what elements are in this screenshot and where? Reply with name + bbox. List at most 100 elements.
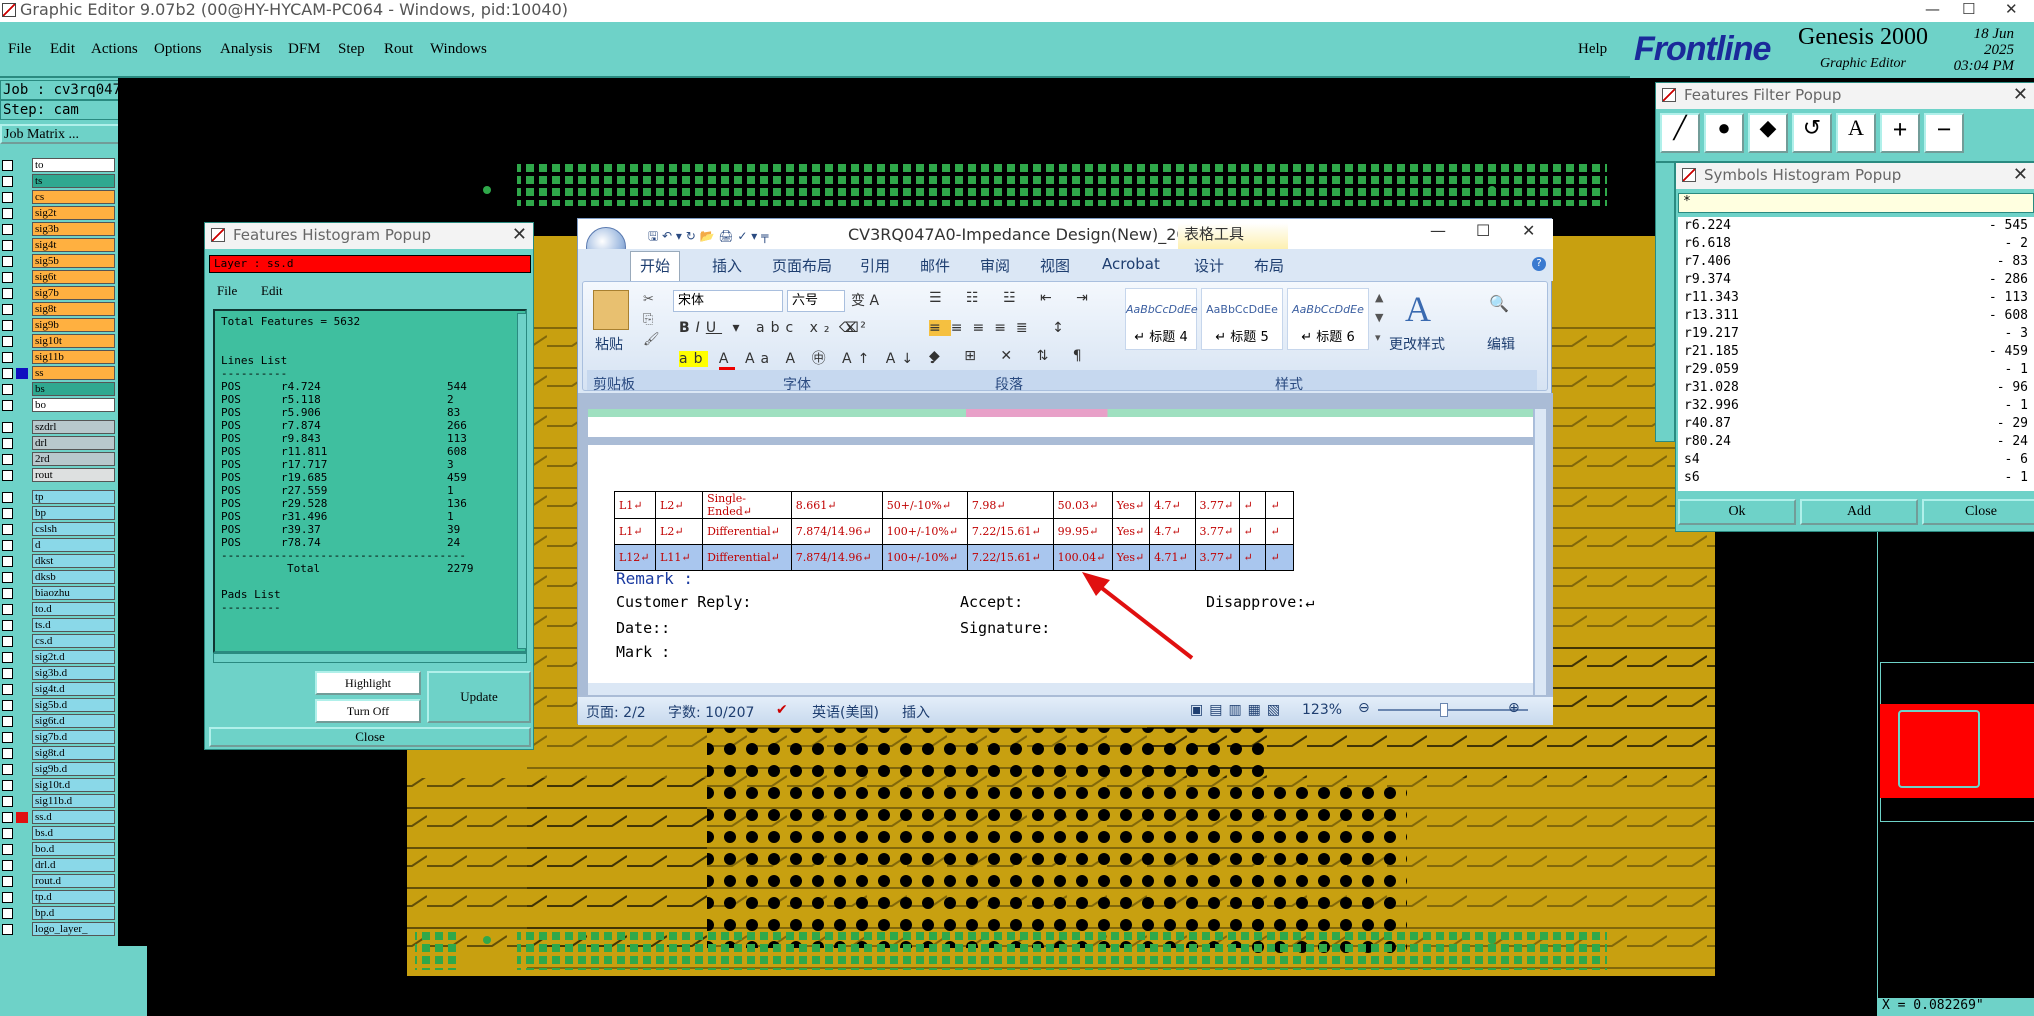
table-cell[interactable]: 7.22/15.61↵: [966, 544, 1054, 571]
layer-name[interactable]: ts.d: [32, 618, 115, 632]
menu-edit[interactable]: Edit: [50, 41, 75, 58]
style-heading6[interactable]: AaBbCcDdEe ↵ 标题 6: [1287, 288, 1369, 350]
close-button[interactable]: Close: [209, 727, 531, 747]
layer-row[interactable]: bs: [0, 382, 117, 396]
close-icon[interactable]: ✕: [512, 223, 527, 247]
layer-name[interactable]: sig8t.d: [32, 746, 115, 760]
layer-checkbox[interactable]: [2, 844, 13, 855]
layer-row[interactable]: sig9b.d: [0, 762, 117, 776]
table-cell[interactable]: ↵: [1238, 518, 1267, 545]
layer-checkbox[interactable]: [2, 368, 13, 379]
text-filter-icon[interactable]: A: [1836, 113, 1876, 153]
table-cell[interactable]: 100+/-10%↵: [881, 518, 968, 545]
symbol-filter-input[interactable]: *: [1678, 193, 2034, 213]
symbol-row[interactable]: r11.343 - 113: [1684, 289, 2028, 307]
layer-checkbox[interactable]: [2, 224, 13, 235]
layer-name[interactable]: 2rd: [32, 452, 115, 466]
layer-row[interactable]: sig10t.d: [0, 778, 117, 792]
table-cell[interactable]: 7.98↵: [966, 491, 1054, 519]
tab-review[interactable]: 审阅: [980, 255, 1010, 276]
menu-analysis[interactable]: Analysis: [220, 41, 273, 58]
table-cell[interactable]: 4.71↵: [1149, 544, 1196, 571]
layer-row[interactable]: sig3b: [0, 222, 117, 236]
layer-checkbox[interactable]: [2, 892, 13, 903]
font-tools-icons[interactable]: 变 A: [851, 290, 879, 310]
menu-options[interactable]: Options: [154, 41, 202, 58]
layer-checkbox[interactable]: [2, 828, 13, 839]
line-row[interactable]: POS r5.906 83: [221, 406, 519, 419]
zoom-slider[interactable]: [1378, 709, 1528, 711]
layer-name[interactable]: sig6t.d: [32, 714, 115, 728]
table-cell[interactable]: ↵: [1265, 544, 1294, 571]
symbol-row[interactable]: r13.311 - 608: [1684, 307, 2028, 325]
layer-name[interactable]: sig10t: [32, 334, 115, 348]
maximize-icon[interactable]: ☐: [1476, 221, 1490, 240]
layer-checkbox[interactable]: [2, 684, 13, 695]
tab-home[interactable]: 开始: [630, 251, 680, 281]
layer-checkbox[interactable]: [2, 716, 13, 727]
document-page[interactable]: L1↵ L2↵ Single-Ended↵ 8.661↵ 50+/-10%↵ 7.98↵ 5…: [588, 409, 1533, 695]
pad-filter-icon[interactable]: ●: [1704, 113, 1744, 153]
layer-checkbox[interactable]: [2, 556, 13, 567]
align-icons[interactable]: ≡≡≡≡≣ ↕: [929, 320, 1074, 336]
symbol-row[interactable]: r40.87 - 29: [1684, 415, 2028, 433]
symbol-row[interactable]: s4 - 6: [1684, 451, 2028, 469]
layer-name[interactable]: tp.d: [32, 890, 115, 904]
table-cell[interactable]: 3.77↵: [1194, 491, 1240, 519]
table-cell[interactable]: L1↵: [613, 518, 657, 545]
layer-checkbox[interactable]: [2, 732, 13, 743]
table-cell[interactable]: L11↵: [655, 544, 704, 571]
layer-name[interactable]: to: [32, 158, 115, 172]
layer-name[interactable]: logo_layer_: [32, 922, 115, 936]
layer-row[interactable]: sig7b: [0, 286, 117, 300]
layer-checkbox[interactable]: [2, 492, 13, 503]
layer-checkbox[interactable]: [2, 780, 13, 791]
table-cell[interactable]: L1↵: [613, 491, 657, 519]
menu-windows[interactable]: Windows: [430, 41, 487, 58]
layer-name[interactable]: cs: [32, 190, 115, 204]
table-cell[interactable]: Yes↵: [1111, 544, 1151, 571]
zoom-slider-thumb[interactable]: [1440, 703, 1448, 717]
table-cell[interactable]: 7.22/15.61↵: [966, 518, 1054, 545]
layer-name[interactable]: sig10t.d: [32, 778, 115, 792]
layer-name[interactable]: sig5b: [32, 254, 115, 268]
minimize-icon[interactable]: —: [1925, 0, 1940, 18]
edit-label[interactable]: 编辑: [1487, 334, 1515, 354]
layer-name[interactable]: bp: [32, 506, 115, 520]
layer-name[interactable]: sig3b.d: [32, 666, 115, 680]
symbols-list[interactable]: r6.224 - 545 r6.618 - 2 r7.406 - 83 r9.374 - 28…: [1678, 217, 2034, 491]
table-cell[interactable]: 4.7↵: [1149, 491, 1196, 519]
layer-checkbox[interactable]: [2, 320, 13, 331]
table-cell[interactable]: 3.77↵: [1194, 518, 1240, 545]
paste-label[interactable]: 粘贴: [595, 334, 623, 354]
layer-row[interactable]: ts: [0, 174, 117, 188]
symbol-row[interactable]: r21.185 - 459: [1684, 343, 2028, 361]
add-button[interactable]: Add: [1800, 499, 1918, 525]
filter-side-controls[interactable]: [1655, 162, 1675, 442]
symbol-row[interactable]: r29.059 - 1: [1684, 361, 2028, 379]
layer-name[interactable]: sig5b.d: [32, 698, 115, 712]
layer-row[interactable]: rout: [0, 468, 117, 482]
layer-checkbox[interactable]: [2, 176, 13, 187]
layer-row[interactable]: sig8t.d: [0, 746, 117, 760]
layer-checkbox[interactable]: [2, 288, 13, 299]
layer-row[interactable]: tp: [0, 490, 117, 504]
tab-insert[interactable]: 插入: [712, 255, 742, 276]
list-scrollbar[interactable]: [517, 313, 527, 649]
features-list[interactable]: Total Features = 5632 Lines List -------…: [213, 309, 527, 653]
symbol-row[interactable]: r7.406 - 83: [1684, 253, 2028, 271]
layer-name[interactable]: sig2t.d: [32, 650, 115, 664]
layer-name[interactable]: drl.d: [32, 858, 115, 872]
insert-mode[interactable]: 插入: [902, 702, 930, 722]
clipboard-icons[interactable]: ✂ ⎘ 🖌: [643, 290, 660, 350]
layer-row[interactable]: sig4t.d: [0, 682, 117, 696]
symbol-row[interactable]: r9.374 - 286: [1684, 271, 2028, 289]
layer-row[interactable]: biaozhu: [0, 586, 117, 600]
highlight-button[interactable]: Highlight: [315, 671, 421, 695]
layer-row[interactable]: cs.d: [0, 634, 117, 648]
line-row[interactable]: POS r39.37 39: [221, 523, 519, 536]
help-icon[interactable]: ?: [1532, 257, 1546, 271]
symbol-row[interactable]: s6 - 1: [1684, 469, 2028, 487]
layer-row[interactable]: to.d: [0, 602, 117, 616]
line-row[interactable]: POS r27.559 1: [221, 484, 519, 497]
